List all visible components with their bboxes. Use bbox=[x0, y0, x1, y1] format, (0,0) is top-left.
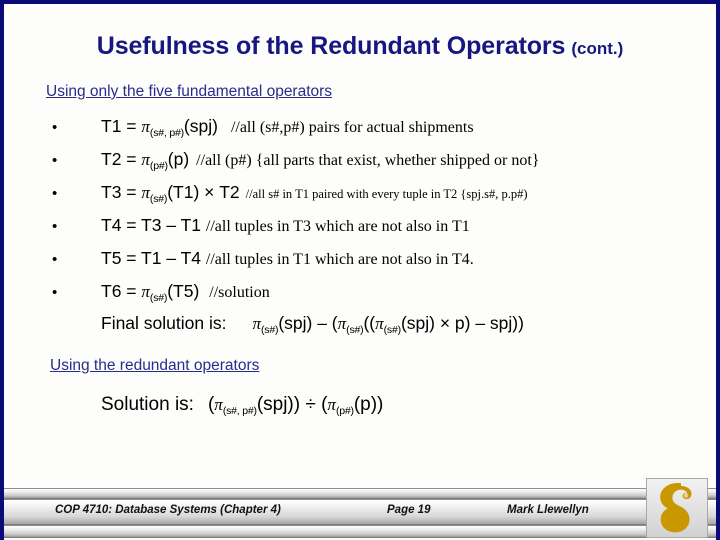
list-item-content: T4 = T3 – T1 //all tuples in T3 which ar… bbox=[101, 213, 470, 239]
equation-comment: //all (p#) {all parts that exist, whethe… bbox=[196, 152, 540, 169]
equation-comment: //all s# in T1 paired with every tuple i… bbox=[245, 187, 528, 201]
equation-argument: (spj) bbox=[183, 116, 218, 136]
pi-symbol: π bbox=[141, 282, 150, 301]
pi-symbol: π bbox=[337, 314, 347, 333]
equation-comment: //solution bbox=[209, 284, 270, 301]
pi-symbol: π bbox=[141, 117, 150, 136]
pi-subscript: (s#) bbox=[383, 323, 402, 336]
list-item: • T4 = T3 – T1 //all tuples in T3 which … bbox=[4, 213, 716, 246]
equation-lhs: T1 = bbox=[101, 116, 142, 136]
page-title-main: Usefulness of the Redundant Operators bbox=[96, 32, 566, 60]
bullet-marker: • bbox=[52, 119, 58, 136]
pi-subscript: (p#) bbox=[149, 159, 168, 172]
pi-symbol: π bbox=[327, 395, 336, 414]
bullet-marker: • bbox=[52, 218, 58, 235]
pi-symbol: π bbox=[214, 395, 223, 414]
slide-footer: COP 4710: Database Systems (Chapter 4) P… bbox=[4, 478, 716, 540]
ucf-pegasus-logo bbox=[646, 478, 708, 538]
final-solution-part1: (spj) – ( bbox=[278, 313, 338, 333]
list-item: • T6 = π(s#)(T5) //solution bbox=[4, 279, 716, 312]
list-item: • T5 = T1 – T4 //all tuples in T1 which … bbox=[4, 246, 716, 279]
slide-canvas: Usefulness of the Redundant Operators (co… bbox=[0, 0, 720, 540]
pi-subscript: (s#) bbox=[346, 323, 364, 336]
footer-text-row: COP 4710: Database Systems (Chapter 4) P… bbox=[4, 501, 716, 523]
pegasus-icon bbox=[660, 483, 692, 533]
final-solution-line: Final solution is: π(s#)(spj) – (π(s#)((π… bbox=[101, 313, 524, 336]
list-item-content: T1 = π(s#, p#)(spj) //all (s#,p#) pairs f… bbox=[101, 114, 474, 145]
list-item: • T3 = π(s#)(T1) × T2 //all s# in T1 pair… bbox=[4, 180, 716, 213]
list-item-content: T2 = π(p#)(p) //all (p#) {all parts that … bbox=[101, 147, 539, 178]
bullet-marker: • bbox=[52, 251, 58, 268]
final-solution-part2: (( bbox=[363, 313, 376, 333]
list-item-content: T6 = π(s#)(T5) //solution bbox=[101, 279, 270, 310]
footer-course-label: COP 4710: Database Systems (Chapter 4) bbox=[55, 504, 281, 516]
equation-lhs: T3 = bbox=[101, 182, 142, 202]
redundant-middle: (spj)) ÷ ( bbox=[256, 394, 328, 415]
final-solution-label: Final solution is: bbox=[101, 313, 227, 333]
final-solution-part3: (spj) × p) – spj)) bbox=[400, 313, 524, 333]
footer-author-name: Mark Llewellyn bbox=[507, 504, 589, 516]
list-item-content: T3 = π(s#)(T1) × T2 //all s# in T1 paired… bbox=[101, 180, 528, 211]
redundant-solution-label: Solution is: bbox=[101, 394, 194, 415]
equation-comment: //all (s#,p#) pairs for actual shipments bbox=[230, 119, 474, 136]
pi-subscript: (s#, p#) bbox=[222, 404, 257, 417]
footer-page-number: Page 19 bbox=[387, 504, 431, 516]
bullet-marker: • bbox=[52, 185, 58, 202]
list-item-content: T5 = T1 – T4 //all tuples in T1 which ar… bbox=[101, 246, 474, 272]
equation-argument: (p) bbox=[167, 149, 190, 169]
list-item: • T1 = π(s#, p#)(spj) //all (s#,p#) pairs… bbox=[4, 114, 716, 147]
equation-lhs: T4 = T3 – T1 bbox=[101, 215, 206, 235]
page-title-continuation: (cont.) bbox=[571, 39, 624, 58]
footer-bar-top bbox=[4, 488, 716, 499]
pi-subscript: (s#, p#) bbox=[149, 126, 184, 139]
pi-subscript: (s#) bbox=[149, 291, 168, 304]
list-item: • T2 = π(p#)(p) //all (p#) {all parts tha… bbox=[4, 147, 716, 180]
equation-comment: //all tuples in T3 which are not also in… bbox=[205, 218, 470, 235]
redundant-close: (p)) bbox=[353, 394, 384, 415]
bullet-list: • T1 = π(s#, p#)(spj)//all (s#,p#) pairs… bbox=[4, 114, 716, 312]
pi-subscript: (s#) bbox=[149, 192, 168, 205]
equation-argument: (T5) bbox=[167, 281, 200, 301]
section-heading-fundamental: Using only the five fundamental operator… bbox=[46, 83, 333, 100]
equation-lhs: T2 = bbox=[101, 149, 142, 169]
equation-argument: (T1) × T2 bbox=[167, 182, 240, 202]
pi-symbol: π bbox=[252, 314, 262, 333]
redundant-solution-line: Solution is: (π(s#, p#)(spj)) ÷ (π(p#)(p)… bbox=[101, 394, 383, 417]
pi-subscript: (p#) bbox=[335, 404, 354, 417]
bullet-marker: • bbox=[52, 152, 58, 169]
footer-bar-bottom bbox=[4, 525, 716, 538]
pi-subscript: (s#) bbox=[261, 323, 279, 336]
equation-lhs: T5 = T1 – T4 bbox=[101, 248, 206, 268]
section-heading-redundant: Using the redundant operators bbox=[50, 357, 260, 374]
pi-symbol: π bbox=[141, 183, 150, 202]
equation-lhs: T6 = bbox=[101, 281, 142, 301]
pi-symbol: π bbox=[141, 150, 150, 169]
equation-comment: //all tuples in T1 which are not also in… bbox=[205, 251, 474, 268]
pi-symbol: π bbox=[375, 314, 384, 333]
bullet-marker: • bbox=[52, 284, 58, 301]
page-title: Usefulness of the Redundant Operators (co… bbox=[4, 32, 716, 61]
